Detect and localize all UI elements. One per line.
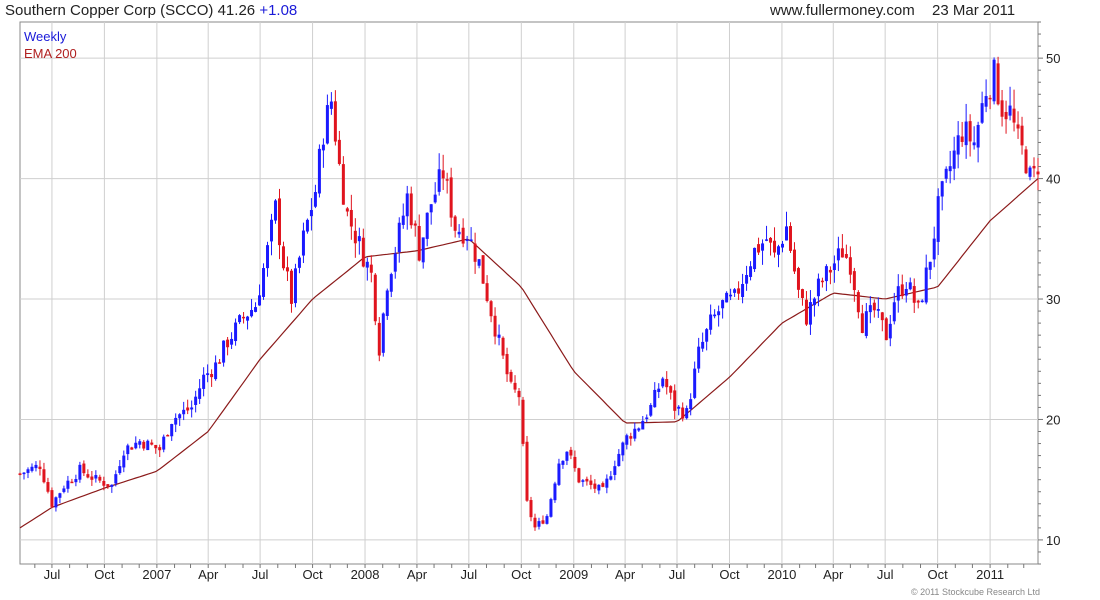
candle-up xyxy=(262,263,266,300)
x-tick-label: Oct xyxy=(302,567,323,582)
y-tick-label: 40 xyxy=(1046,172,1060,187)
candle-down xyxy=(521,396,525,447)
y-tick-label: 50 xyxy=(1046,51,1060,66)
x-tick-label: Apr xyxy=(823,567,844,582)
y-tick-label: 10 xyxy=(1046,533,1060,548)
candle-up xyxy=(381,312,385,357)
candle-down xyxy=(481,255,485,284)
candle-down xyxy=(577,467,581,484)
candle-up xyxy=(146,439,150,451)
candle-up xyxy=(385,288,389,320)
x-tick-label: Jul xyxy=(877,567,894,582)
x-tick-label: Oct xyxy=(511,567,532,582)
candle-down xyxy=(1024,146,1028,175)
x-tick-label: Oct xyxy=(928,567,949,582)
chart-date: 23 Mar 2011 xyxy=(932,2,1016,19)
x-axis: Jul Oct 2007 Apr Jul Oct 2008 Apr Jul Oct 2009 Apr J… xyxy=(34,564,1025,582)
x-tick-label: 2008 xyxy=(351,567,380,582)
candle-down xyxy=(525,435,529,502)
y-tick-label: 20 xyxy=(1046,412,1060,427)
x-tick-label: Jul xyxy=(252,567,269,582)
candle-up xyxy=(992,57,996,105)
candle-up xyxy=(649,403,653,417)
legend-ema: EMA 200 xyxy=(24,46,77,61)
candle-up xyxy=(549,497,553,518)
candle-up xyxy=(725,291,729,303)
candle-down xyxy=(788,222,792,254)
last-price: 41.26 xyxy=(217,2,256,19)
price-chart: 1020304050 Jul Oct 2007 Apr Jul Oct 2008 Apr Jul… xyxy=(18,21,1060,582)
x-tick-label: 2010 xyxy=(767,567,796,582)
x-tick-label: Jul xyxy=(44,567,61,582)
x-tick-label: 2007 xyxy=(142,567,171,582)
candle-down xyxy=(377,317,381,362)
candle-up xyxy=(78,461,82,483)
y-tick-label: 30 xyxy=(1046,292,1060,307)
x-tick-label: Jul xyxy=(461,567,478,582)
x-tick-label: Jul xyxy=(669,567,686,582)
x-tick-label: 2011 xyxy=(976,567,1004,582)
candle-down xyxy=(996,56,1000,106)
x-tick-label: Oct xyxy=(94,567,115,582)
chart-title: Southern Copper Corp (SCCO) 41.26 +1.08 xyxy=(5,2,297,19)
copyright-footer: © 2011 Stockcube Research Ltd xyxy=(910,587,1040,597)
candle-up xyxy=(753,247,757,272)
legend-weekly: Weekly xyxy=(24,29,67,44)
candle-down xyxy=(373,273,377,326)
candle-up xyxy=(305,218,309,234)
candle-up xyxy=(273,199,277,224)
candle-up xyxy=(317,144,321,198)
candle-up xyxy=(293,263,297,308)
site-link[interactable]: www.fullermoney.com xyxy=(770,2,915,19)
x-tick-label: Oct xyxy=(719,567,740,582)
x-tick-label: 2009 xyxy=(559,567,588,582)
x-tick-label: Apr xyxy=(407,567,428,582)
candle-down xyxy=(50,487,54,509)
x-tick-label: Apr xyxy=(615,567,636,582)
company-name: Southern Copper Corp (SCCO) xyxy=(5,2,214,19)
candle-up xyxy=(553,481,557,503)
candle-down xyxy=(884,317,888,341)
price-change: +1.08 xyxy=(259,2,298,19)
x-tick-label: Apr xyxy=(198,567,219,582)
y-axis: 10 20 30 40 50 xyxy=(1038,21,1060,565)
candle-up xyxy=(162,434,166,453)
